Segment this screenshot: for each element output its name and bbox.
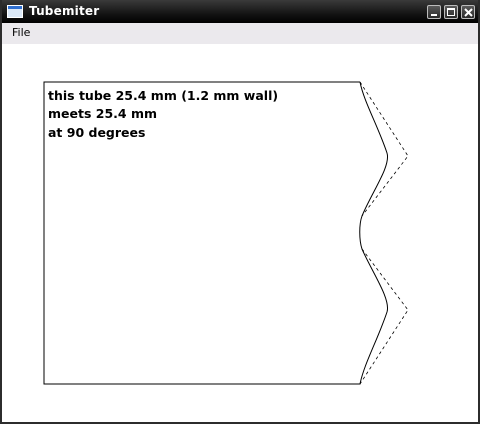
minimize-button[interactable] bbox=[427, 5, 441, 19]
maximize-button[interactable] bbox=[444, 5, 458, 19]
template-line-meets: meets 25.4 mm bbox=[48, 106, 157, 121]
window-title: Tubemiter bbox=[29, 4, 100, 18]
close-button[interactable] bbox=[461, 5, 475, 19]
title-bar[interactable]: Tubemiter bbox=[2, 0, 478, 23]
app-window: Tubemiter File this tube 25.4 mm (1.2 mm… bbox=[0, 0, 480, 424]
drawing-canvas: this tube 25.4 mm (1.2 mm wall) meets 25… bbox=[2, 44, 478, 422]
menu-bar: File bbox=[2, 23, 478, 44]
app-window-icon[interactable] bbox=[7, 5, 23, 18]
template-line-tube: this tube 25.4 mm (1.2 mm wall) bbox=[48, 88, 279, 103]
close-icon bbox=[464, 8, 473, 17]
menu-file[interactable]: File bbox=[10, 26, 32, 39]
template-line-angle: at 90 degrees bbox=[48, 125, 146, 140]
miter-guide-line bbox=[359, 81, 409, 385]
